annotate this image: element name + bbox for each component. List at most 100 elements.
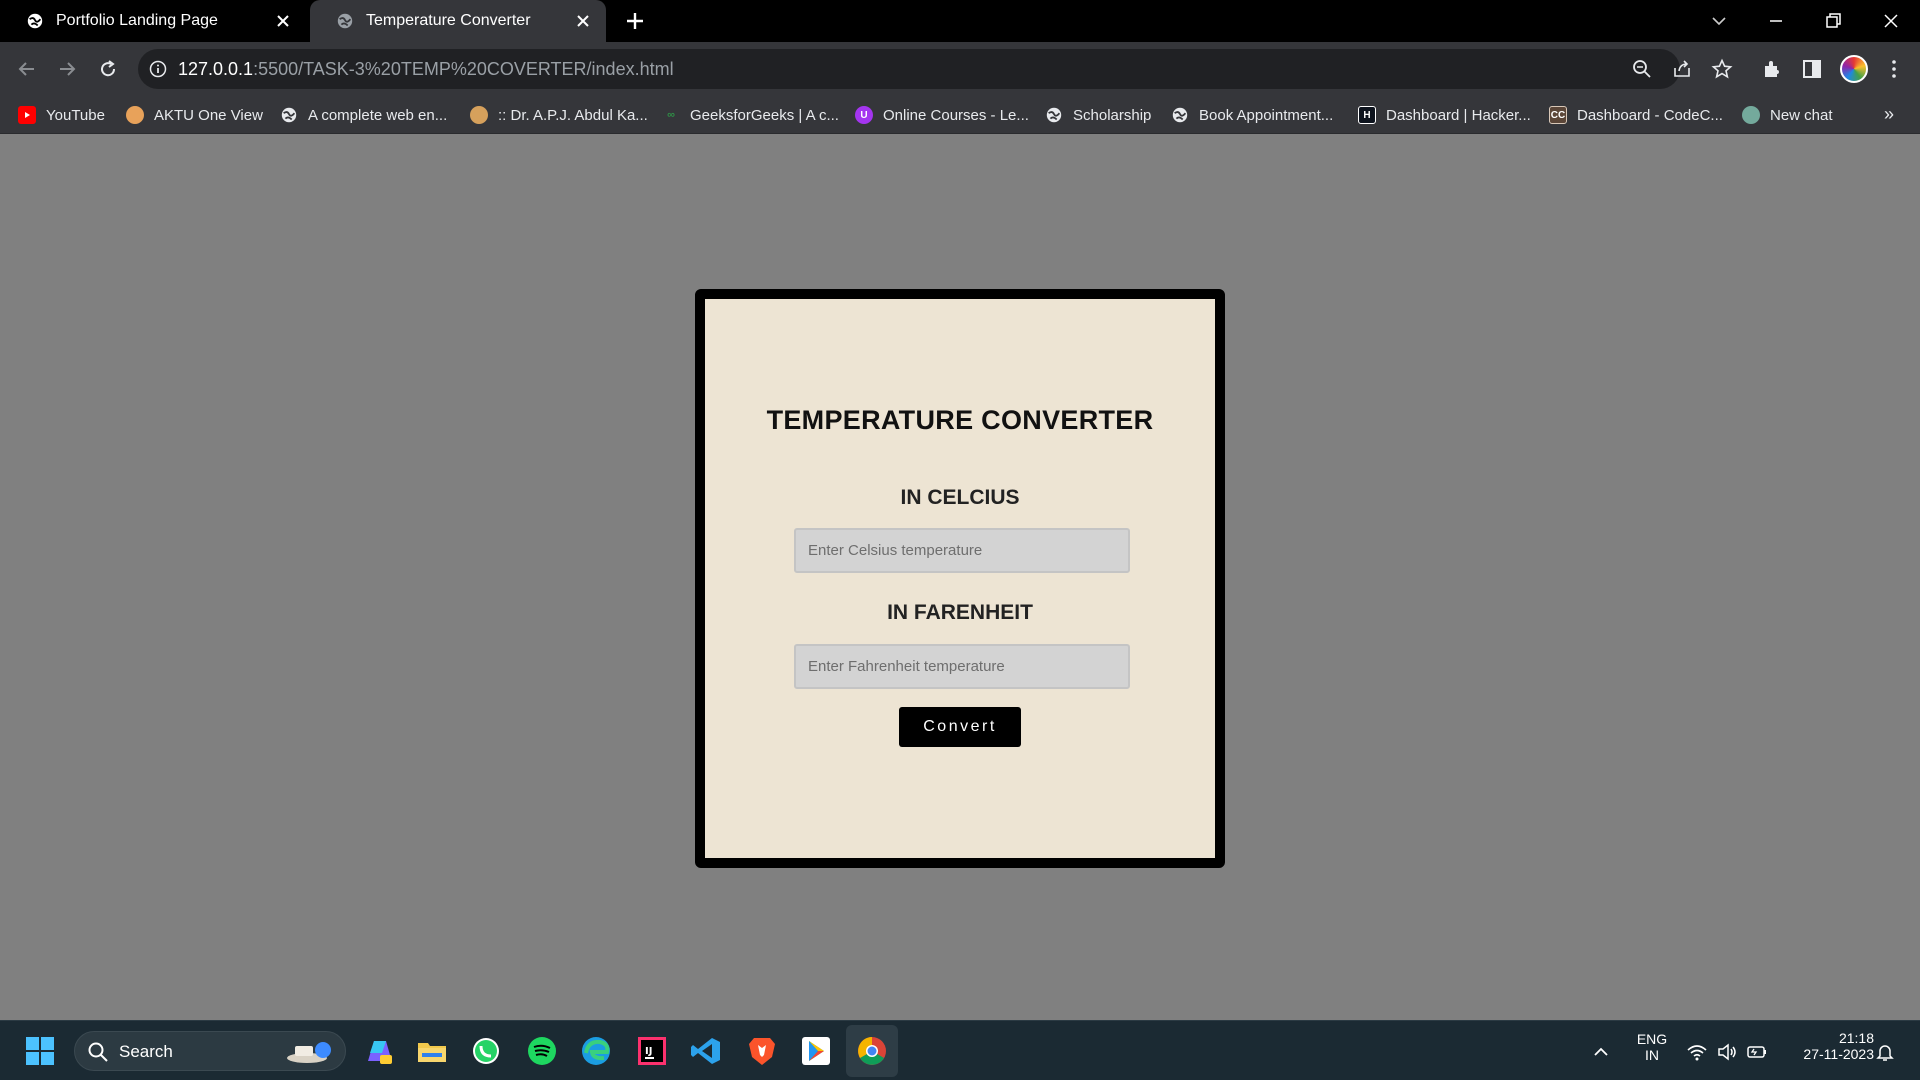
close-window-icon[interactable] [1878, 8, 1904, 34]
bookmark-label: New chat [1770, 106, 1833, 124]
browser-tab-strip: Portfolio Landing Page Temperature Conve… [0, 0, 1920, 42]
restore-icon[interactable] [1820, 8, 1846, 34]
bookmark-label: Book Appointment... [1199, 106, 1334, 124]
bookmark-aktu-one-view[interactable]: AKTU One View [126, 103, 263, 127]
file-explorer-icon[interactable] [416, 1035, 448, 1067]
bookmark-label: :: Dr. A.P.J. Abdul Ka... [498, 106, 648, 124]
globe-icon [1172, 107, 1188, 123]
bookmark-scholarship[interactable]: Scholarship [1045, 103, 1151, 127]
chevron-up-icon[interactable] [1590, 1041, 1612, 1063]
windows-taskbar: Search IJ ENG IN 21:18 27-11-2023 [0, 1020, 1920, 1080]
bookmark-codechef[interactable]: CC Dashboard - CodeC... [1549, 103, 1723, 127]
celsius-heading: IN CELCIUS [900, 486, 1020, 509]
codechef-icon: CC [1549, 106, 1567, 124]
wifi-icon[interactable] [1686, 1041, 1708, 1063]
globe-icon [1046, 107, 1062, 123]
tab-title: Portfolio Landing Page [56, 12, 218, 29]
tab-temperature-converter[interactable]: Temperature Converter [310, 0, 606, 42]
play-store-icon[interactable] [800, 1035, 832, 1067]
clock-time: 21:18 [1838, 1030, 1874, 1046]
bookmark-geeksforgeeks[interactable]: ∞ GeeksforGeeks | A c... [662, 103, 839, 127]
bookmark-online-courses[interactable]: U Online Courses - Le... [855, 103, 1029, 127]
bookmark-label: Online Courses - Le... [883, 106, 1029, 124]
chrome-icon[interactable] [856, 1035, 888, 1067]
fahrenheit-input[interactable] [794, 644, 1130, 689]
spotify-icon[interactable] [526, 1035, 558, 1067]
side-panel-icon[interactable] [1800, 57, 1824, 81]
page-title: TEMPERATURE CONVERTER [766, 405, 1154, 435]
bookmark-label: AKTU One View [154, 106, 263, 124]
udemy-icon: U [855, 106, 873, 124]
bookmark-label: Dashboard - CodeC... [1577, 106, 1723, 124]
url-host: 127.0.0.1 [178, 59, 254, 79]
search-icon [88, 1042, 108, 1062]
brave-icon[interactable] [746, 1035, 778, 1067]
convert-button[interactable]: Convert [899, 707, 1021, 747]
fahrenheit-heading: IN FARENHEIT [887, 601, 1033, 624]
tab-portfolio-landing-page[interactable]: Portfolio Landing Page [0, 0, 306, 42]
vscode-icon[interactable] [690, 1035, 722, 1067]
profile-avatar[interactable] [1840, 55, 1868, 83]
chatgpt-icon [1742, 106, 1760, 124]
volume-icon[interactable] [1716, 1041, 1738, 1063]
battery-icon[interactable] [1746, 1041, 1768, 1063]
address-bar[interactable]: 127.0.0.1:5500/TASK-3%20TEMP%20COVERTER/… [138, 49, 1733, 89]
bookmark-hackerrank[interactable]: H Dashboard | Hacker... [1358, 103, 1531, 127]
bookmark-label: Scholarship [1073, 106, 1152, 124]
copilot-icon[interactable] [362, 1035, 394, 1067]
bookmark-book-appointment[interactable]: Book Appointment... [1171, 103, 1333, 127]
extensions-icon[interactable] [1760, 57, 1784, 81]
svg-text:IJ: IJ [645, 1046, 652, 1057]
globe-icon [281, 107, 297, 123]
bookmark-youtube[interactable]: YouTube [18, 103, 105, 127]
page-viewport: TEMPERATURE CONVERTER IN CELCIUS IN FARE… [0, 135, 1920, 1020]
back-icon[interactable] [14, 56, 40, 82]
language-indicator[interactable]: ENG IN [1630, 1031, 1674, 1063]
bookmarks-overflow-button[interactable]: » [1884, 104, 1894, 125]
search-label: Search [119, 1042, 173, 1061]
gfg-icon: ∞ [667, 109, 675, 121]
bookmark-label: Dashboard | Hacker... [1386, 106, 1531, 124]
tab-search-icon[interactable] [1706, 8, 1732, 34]
url-text: 127.0.0.1:5500/TASK-3%20TEMP%20COVERTER/… [178, 59, 674, 80]
youtube-icon [18, 106, 36, 124]
info-icon[interactable] [148, 59, 168, 79]
bookmark-label: GeeksforGeeks | A c... [690, 106, 839, 124]
clock-date: 27-11-2023 [1803, 1046, 1874, 1062]
forward-icon[interactable] [54, 56, 80, 82]
search-highlight-icon [287, 1042, 331, 1063]
edge-icon[interactable] [580, 1035, 612, 1067]
bookmark-complete-web[interactable]: A complete web en... [280, 103, 447, 127]
bookmark-apj-abdul-kalam[interactable]: :: Dr. A.P.J. Abdul Ka... [470, 103, 648, 127]
tab-title: Temperature Converter [366, 12, 531, 29]
close-icon[interactable] [274, 12, 292, 30]
bookmark-star-icon[interactable] [1711, 58, 1733, 80]
new-tab-icon[interactable] [624, 10, 646, 32]
minimize-icon[interactable] [1763, 8, 1789, 34]
share-icon[interactable] [1671, 58, 1693, 80]
close-icon[interactable] [574, 12, 592, 30]
bookmark-label: YouTube [46, 106, 105, 124]
globe-icon [337, 13, 353, 29]
aktu-icon [126, 106, 144, 124]
taskbar-search[interactable]: Search [74, 1031, 346, 1071]
bookmark-new-chat[interactable]: New chat [1742, 103, 1833, 127]
hackerrank-icon: H [1358, 106, 1376, 124]
bookmarks-bar: YouTube AKTU One View A complete web en.… [0, 96, 1920, 134]
browser-toolbar: 127.0.0.1:5500/TASK-3%20TEMP%20COVERTER/… [0, 42, 1920, 96]
intellij-icon[interactable]: IJ [636, 1035, 668, 1067]
aktu-icon [470, 106, 488, 124]
region-code: IN [1645, 1047, 1659, 1063]
url-path: :5500/TASK-3%20TEMP%20COVERTER/index.htm… [253, 59, 674, 79]
celsius-input[interactable] [794, 528, 1130, 573]
zoom-icon[interactable] [1631, 58, 1653, 80]
globe-icon [27, 13, 43, 29]
windows-start-icon[interactable] [24, 1035, 56, 1067]
menu-icon[interactable] [1882, 57, 1906, 81]
clock[interactable]: 21:18 27-11-2023 [1780, 1030, 1874, 1062]
reload-icon[interactable] [95, 56, 121, 82]
language-code: ENG [1636, 1031, 1668, 1047]
notification-bell-icon[interactable] [1874, 1041, 1896, 1063]
whatsapp-icon[interactable] [470, 1035, 502, 1067]
bookmark-label: A complete web en... [308, 106, 448, 124]
